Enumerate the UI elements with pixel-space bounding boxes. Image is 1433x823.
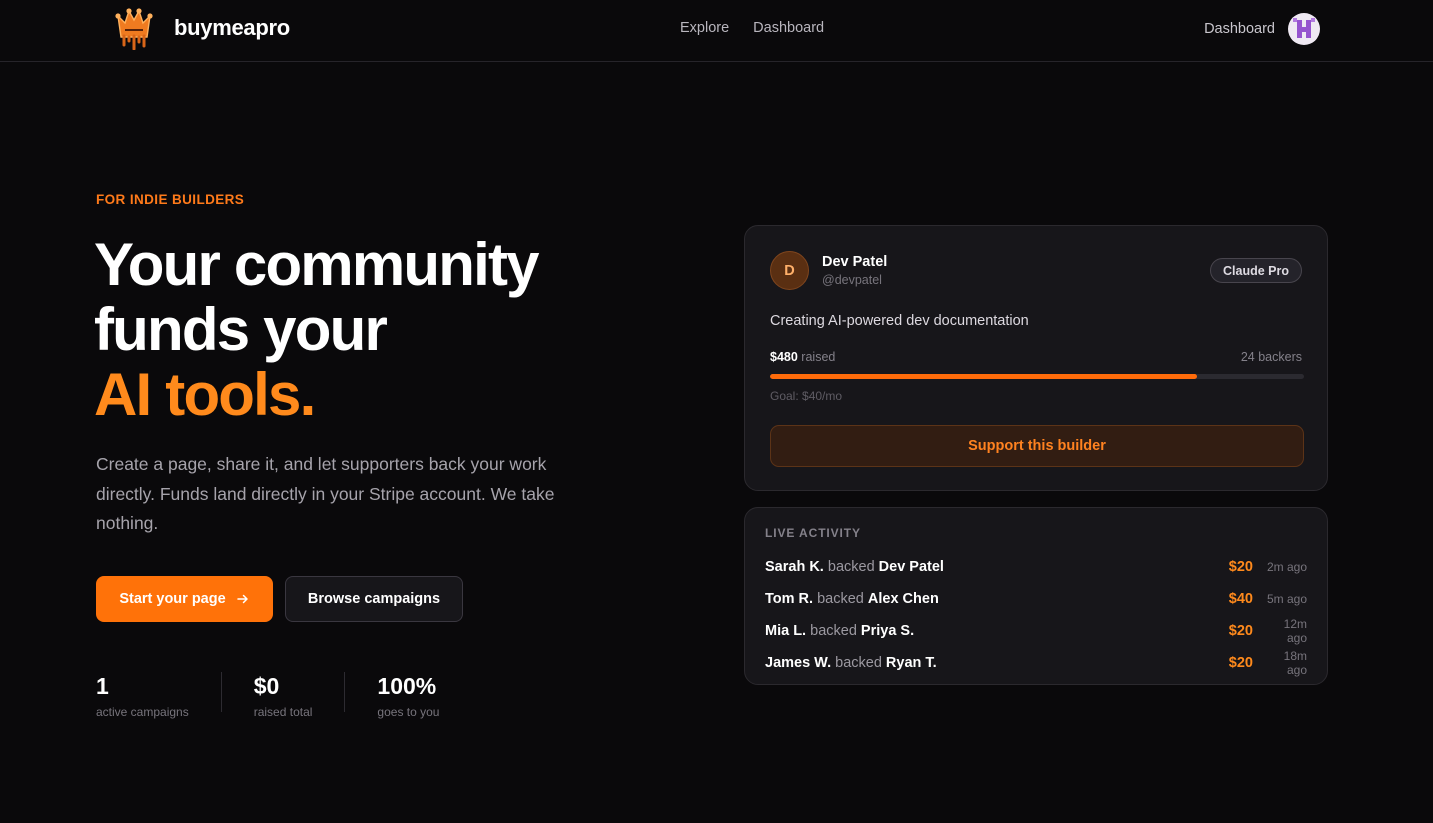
activity-time: 2m ago bbox=[1266, 560, 1307, 574]
hero-stats: 1 active campaigns $0 raised total 100% … bbox=[96, 672, 503, 719]
activity-connector: backed bbox=[835, 655, 882, 671]
tier-badge: Claude Pro bbox=[1210, 258, 1302, 283]
account-dashboard-link[interactable]: Dashboard bbox=[1204, 21, 1275, 37]
nav-explore[interactable]: Explore bbox=[680, 20, 729, 36]
activity-time: 5m ago bbox=[1266, 592, 1307, 606]
activity-amount: $20 bbox=[1228, 559, 1253, 575]
activity-list: Sarah K. backed Dev Patel $20 2m ago Tom … bbox=[765, 551, 1307, 679]
backer-name: James W. bbox=[765, 655, 832, 671]
backers-count: 24 backers bbox=[1240, 350, 1302, 364]
stat-label: active campaigns bbox=[96, 705, 189, 719]
stat-value: 100% bbox=[377, 673, 437, 699]
activity-title: LIVE ACTIVITY bbox=[765, 526, 861, 540]
nav-dashboard[interactable]: Dashboard bbox=[753, 20, 824, 36]
activity-meta: $40 5m ago bbox=[1229, 591, 1307, 607]
raised-value: $480 bbox=[770, 350, 798, 364]
stat-label: raised total bbox=[253, 705, 313, 719]
activity-row: James W. backed Ryan T. $20 18m ago bbox=[765, 647, 1307, 679]
account-area: Dashboard bbox=[1204, 13, 1320, 45]
activity-text: Mia L. backed Priya S. bbox=[765, 623, 914, 639]
stat-label: goes to you bbox=[377, 705, 440, 719]
top-navigation: buymeapro Explore Dashboard Dashboard bbox=[0, 0, 1433, 62]
activity-meta: $20 18m ago bbox=[1229, 649, 1307, 677]
activity-time: 18m ago bbox=[1283, 649, 1307, 677]
creator-name: Priya S. bbox=[860, 623, 915, 639]
stat-goes-to-you: 100% goes to you bbox=[377, 672, 471, 719]
arrow-right-icon bbox=[236, 594, 248, 604]
creator-name: Dev Patel bbox=[878, 559, 944, 575]
headline-line-1: Your community bbox=[94, 231, 540, 298]
backer-name: Mia L. bbox=[765, 623, 807, 639]
campaign-goal: Goal: $40/mo bbox=[770, 389, 843, 403]
campaign-description: Creating AI-powered dev documentation bbox=[770, 313, 1029, 329]
campaign-progress bbox=[770, 374, 1304, 379]
main-navigation: Explore Dashboard bbox=[680, 20, 824, 36]
activity-text: Sarah K. backed Dev Patel bbox=[765, 559, 944, 575]
headline-accent-line: AI tools. bbox=[94, 361, 316, 428]
stat-raised-total: $0 raised total bbox=[253, 672, 346, 719]
activity-connector: backed bbox=[817, 591, 864, 607]
activity-amount: $40 bbox=[1228, 591, 1253, 607]
brand-name: buymeapro bbox=[174, 15, 290, 40]
raised-amount: $480 raised bbox=[770, 350, 835, 364]
crown-icon bbox=[115, 8, 153, 50]
activity-time: 12m ago bbox=[1283, 617, 1307, 645]
activity-connector: backed bbox=[827, 559, 875, 575]
stat-value: 1 bbox=[96, 673, 109, 699]
live-activity-card: LIVE ACTIVITY Sarah K. backed Dev Patel … bbox=[744, 507, 1328, 685]
hero-eyebrow: FOR INDIE BUILDERS bbox=[96, 192, 245, 207]
activity-amount: $20 bbox=[1228, 623, 1253, 639]
campaign-card: D Dev Patel @devpatel Claude Pro Creatin… bbox=[744, 225, 1328, 491]
activity-meta: $20 2m ago bbox=[1229, 559, 1307, 575]
user-avatar[interactable] bbox=[1288, 13, 1320, 45]
hero-headline: Your community funds your AI tools. bbox=[94, 232, 614, 427]
creator-name: Alex Chen bbox=[867, 591, 939, 607]
activity-meta: $20 12m ago bbox=[1229, 617, 1307, 645]
activity-connector: backed bbox=[810, 623, 857, 639]
backer-name: Tom R. bbox=[765, 591, 814, 607]
browse-campaigns-button[interactable]: Browse campaigns bbox=[285, 576, 463, 622]
activity-row: Sarah K. backed Dev Patel $20 2m ago bbox=[765, 551, 1307, 583]
headline-line-2: funds your bbox=[94, 296, 388, 363]
hero-description: Create a page, share it, and let support… bbox=[96, 454, 555, 533]
creator-avatar: D bbox=[770, 251, 809, 290]
campaign-progress-fill bbox=[770, 374, 1198, 379]
brand-home-link[interactable]: buymeapro bbox=[114, 6, 290, 50]
creator-name: Ryan T. bbox=[885, 655, 937, 671]
activity-text: James W. backed Ryan T. bbox=[765, 655, 937, 671]
activity-amount: $20 bbox=[1228, 655, 1253, 671]
start-page-label: Start your page bbox=[119, 591, 226, 607]
raised-label: raised bbox=[801, 350, 836, 364]
activity-row: Tom R. backed Alex Chen $40 5m ago bbox=[765, 583, 1307, 615]
support-builder-button[interactable]: Support this builder bbox=[770, 425, 1304, 467]
stat-active-campaigns: 1 active campaigns bbox=[96, 672, 222, 719]
stat-value: $0 bbox=[253, 673, 280, 699]
avatar-pattern-icon bbox=[1291, 16, 1317, 42]
creator-handle: @devpatel bbox=[822, 273, 882, 287]
creator-name: Dev Patel bbox=[822, 254, 888, 270]
activity-row: Mia L. backed Priya S. $20 12m ago bbox=[765, 615, 1307, 647]
start-page-button[interactable]: Start your page bbox=[96, 576, 273, 622]
backer-name: Sarah K. bbox=[765, 559, 824, 575]
activity-text: Tom R. backed Alex Chen bbox=[765, 591, 939, 607]
